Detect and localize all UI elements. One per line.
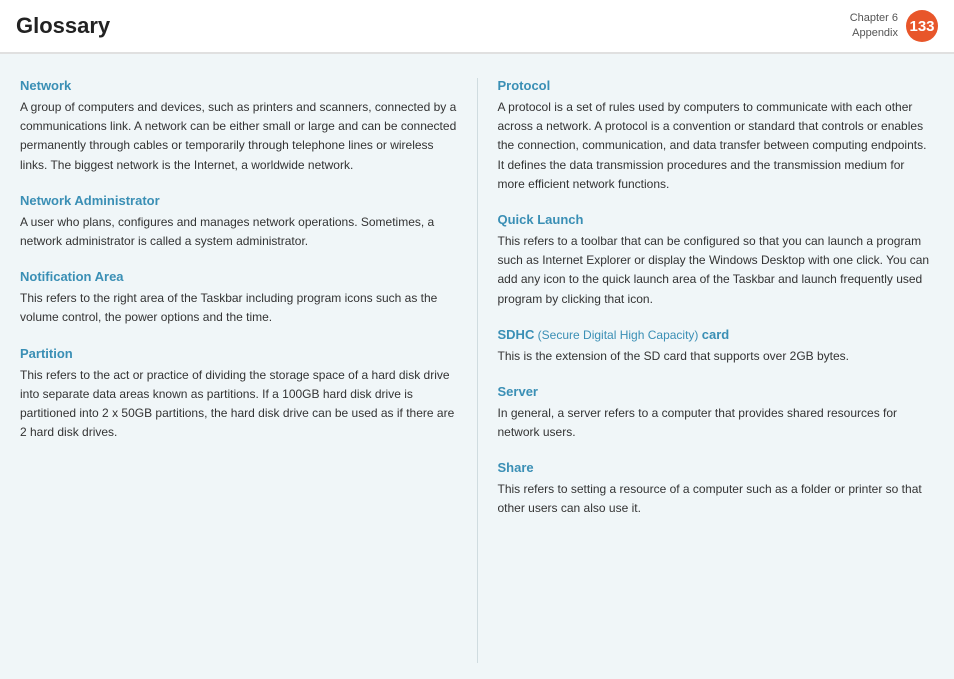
term-share: Share This refers to setting a resource … (498, 460, 935, 518)
left-column: Network A group of computers and devices… (20, 78, 478, 663)
main-content: Network A group of computers and devices… (0, 54, 954, 679)
term-network-body: A group of computers and devices, such a… (20, 98, 457, 175)
term-share-title: Share (498, 460, 935, 475)
term-partition-body: This refers to the act or practice of di… (20, 366, 457, 443)
page-title: Glossary (16, 13, 110, 39)
term-protocol-body: A protocol is a set of rules used by com… (498, 98, 935, 194)
sdhc-card-label: card (702, 327, 729, 342)
term-network-administrator-body: A user who plans, configures and manages… (20, 213, 457, 251)
term-quick-launch-title: Quick Launch (498, 212, 935, 227)
page-header: Glossary Chapter 6 Appendix 133 (0, 0, 954, 54)
term-network: Network A group of computers and devices… (20, 78, 457, 175)
term-partition: Partition This refers to the act or prac… (20, 346, 457, 443)
term-quick-launch-body: This refers to a toolbar that can be con… (498, 232, 935, 309)
term-sdhc: SDHC (Secure Digital High Capacity) card… (498, 327, 935, 366)
term-server-body: In general, a server refers to a compute… (498, 404, 935, 442)
chapter-label: Chapter 6 Appendix (850, 11, 898, 42)
term-notification-area-title: Notification Area (20, 269, 457, 284)
term-notification-area: Notification Area This refers to the rig… (20, 269, 457, 327)
right-column: Protocol A protocol is a set of rules us… (478, 78, 935, 663)
term-network-administrator: Network Administrator A user who plans, … (20, 193, 457, 251)
term-sdhc-title: SDHC (Secure Digital High Capacity) card (498, 327, 935, 342)
term-partition-title: Partition (20, 346, 457, 361)
sdhc-bold-label: SDHC (498, 327, 535, 342)
term-sdhc-body: This is the extension of the SD card tha… (498, 347, 935, 366)
term-quick-launch: Quick Launch This refers to a toolbar th… (498, 212, 935, 309)
term-server: Server In general, a server refers to a … (498, 384, 935, 442)
header-right: Chapter 6 Appendix 133 (850, 10, 938, 42)
term-network-title: Network (20, 78, 457, 93)
term-protocol-title: Protocol (498, 78, 935, 93)
term-server-title: Server (498, 384, 935, 399)
page-number-badge: 133 (906, 10, 938, 42)
sdhc-normal-label: (Secure Digital High Capacity) (534, 328, 701, 342)
term-protocol: Protocol A protocol is a set of rules us… (498, 78, 935, 194)
term-network-administrator-title: Network Administrator (20, 193, 457, 208)
term-notification-area-body: This refers to the right area of the Tas… (20, 289, 457, 327)
term-share-body: This refers to setting a resource of a c… (498, 480, 935, 518)
